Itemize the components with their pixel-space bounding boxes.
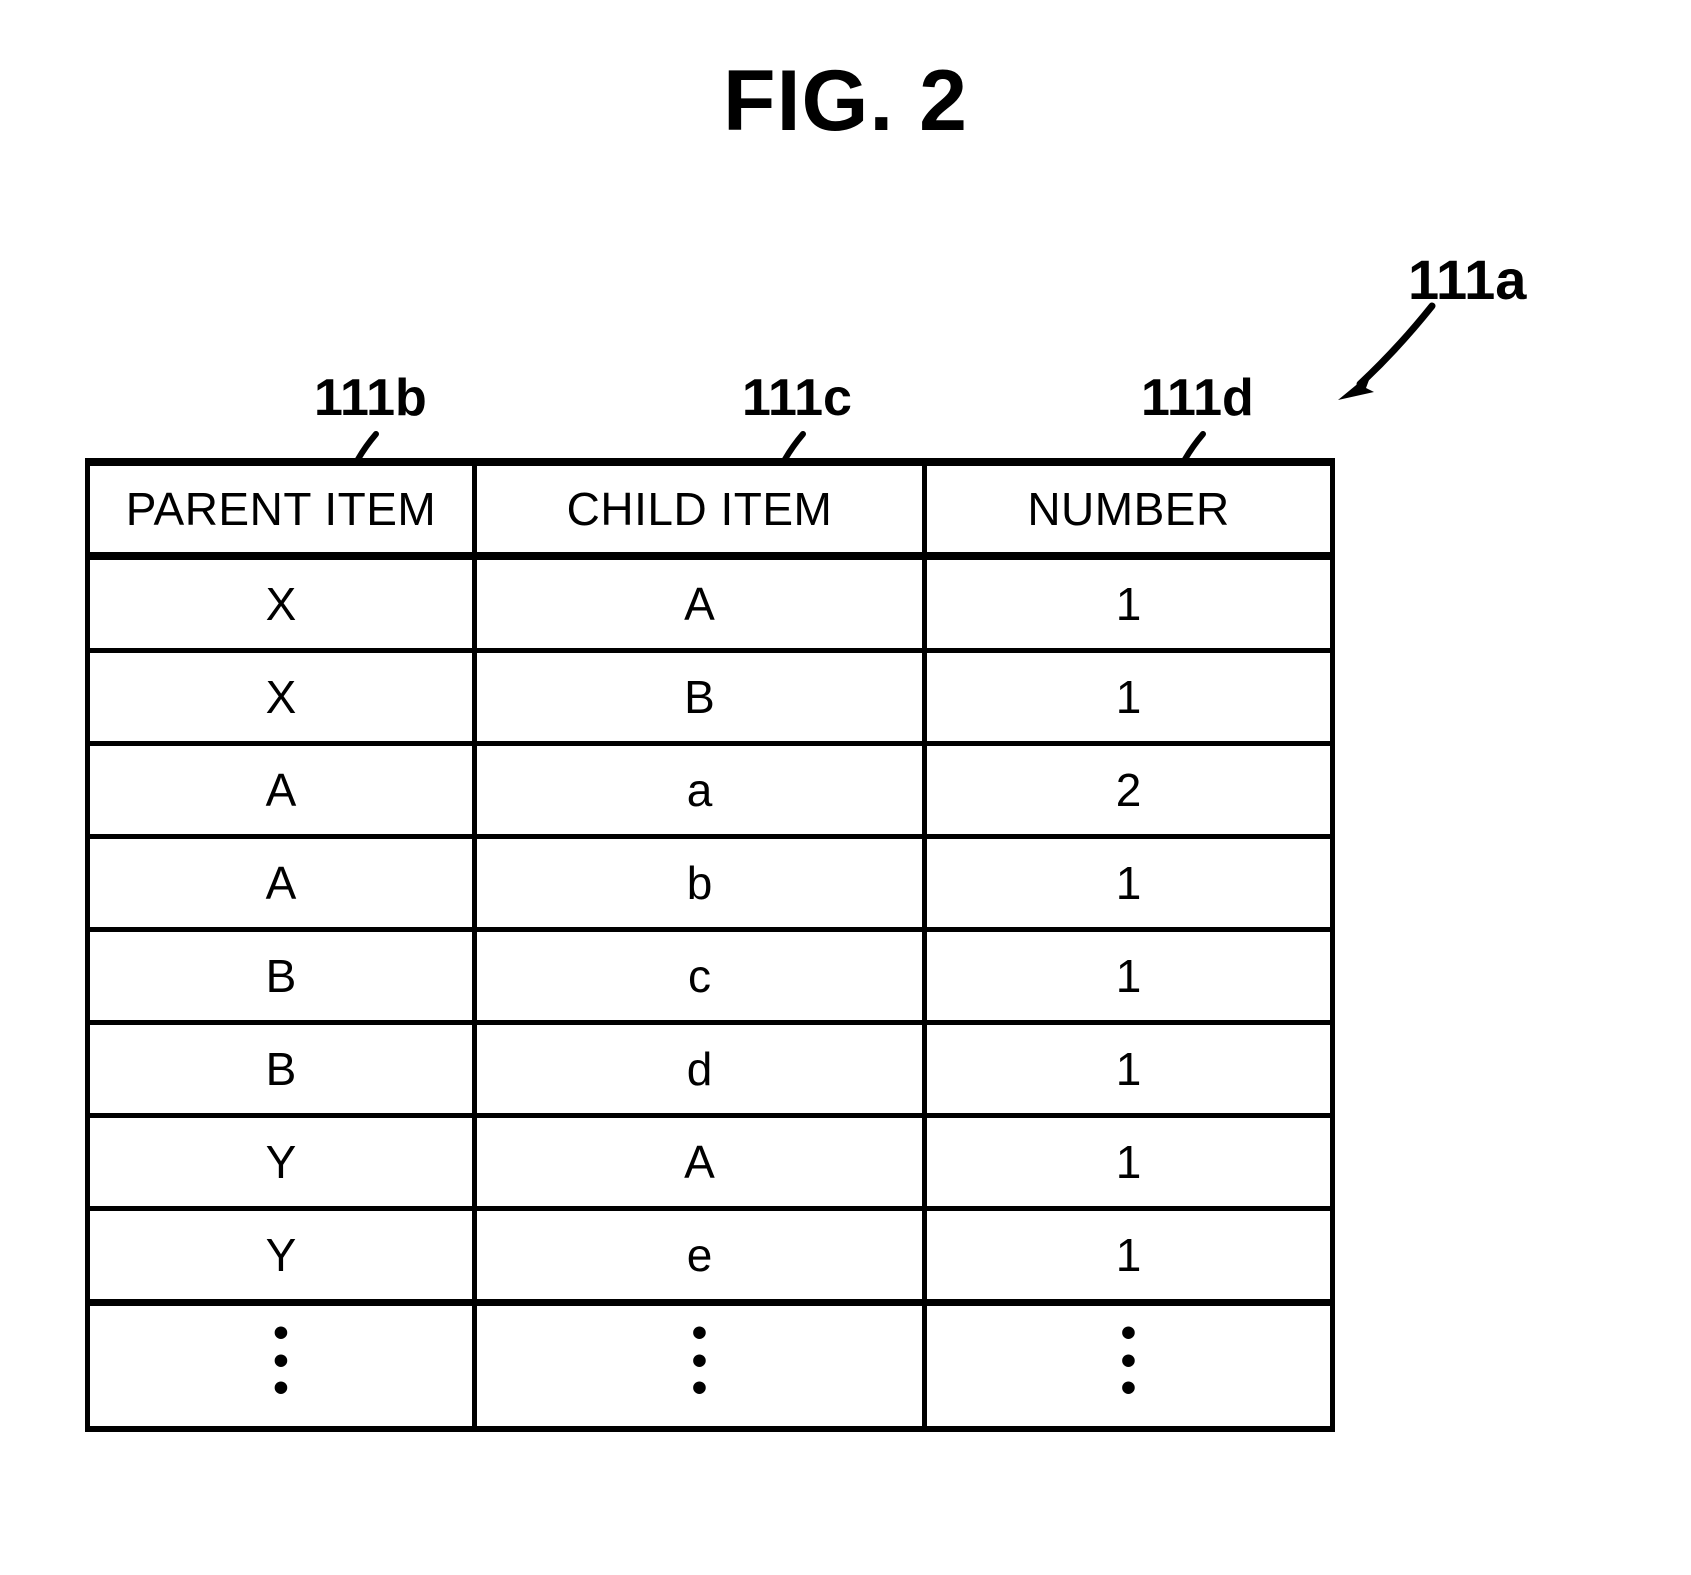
cell-number: 1 [922, 648, 1335, 746]
callout-label-111b: 111b [314, 369, 427, 427]
cell-child-item: a [472, 741, 927, 839]
column-header-parent-item: PARENT ITEM [85, 458, 477, 560]
vertical-ellipsis-icon: • • • [1120, 1308, 1137, 1412]
cell-parent-item: Y [85, 1113, 477, 1211]
cell-number: 1 [922, 1113, 1335, 1211]
table-row: Ab1 [85, 834, 1335, 932]
cell-child-item: d [472, 1020, 927, 1118]
callout-label-111d: 111d [1141, 369, 1254, 427]
table-row: Ye1 [85, 1206, 1335, 1305]
cell-number: 2 [922, 741, 1335, 839]
cell-child-item: e [472, 1206, 927, 1305]
cell-parent-item: A [85, 741, 477, 839]
table-row: Bc1 [85, 927, 1335, 1025]
cell-parent-item: Y [85, 1206, 477, 1305]
cell-number: 1 [922, 553, 1335, 653]
table-row: YA1 [85, 1113, 1335, 1211]
table-row: XA1 [85, 553, 1335, 653]
cell-child-item: A [472, 553, 927, 653]
cell-child-item: A [472, 1113, 927, 1211]
cell-number-ellipsis: • • • [922, 1299, 1335, 1432]
cell-parent-item: B [85, 927, 477, 1025]
cell-child-item: c [472, 927, 927, 1025]
table-row-continuation: • • • • • • • • • [85, 1299, 1335, 1432]
cell-number: 1 [922, 1020, 1335, 1118]
cell-parent-item-ellipsis: • • • [85, 1299, 477, 1432]
table-row: XB1 [85, 648, 1335, 746]
cell-number: 1 [922, 834, 1335, 932]
cell-child-item: B [472, 648, 927, 746]
column-header-child-item: CHILD ITEM [472, 458, 927, 560]
table-row: Aa2 [85, 741, 1335, 839]
table-body: X A 1 X B 1 Aa 2 Ab 1 Bc 1 Bd 1 Y A 1 Ye 1 • • • • • • • • • [85, 553, 1335, 1432]
callout-label-111c: 111c [742, 369, 852, 427]
cell-parent-item: B [85, 1020, 477, 1118]
cell-child-item: b [472, 834, 927, 932]
cell-number: 1 [922, 1206, 1335, 1305]
cell-parent-item: X [85, 553, 477, 653]
vertical-ellipsis-icon: • • • [273, 1308, 289, 1412]
vertical-ellipsis-icon: • • • [691, 1308, 708, 1412]
figure-title: FIG. 2 [723, 53, 968, 149]
column-header-number: NUMBER [922, 458, 1335, 560]
table-header-row: PARENT ITEM CHILD ITEM NUMBER [85, 458, 1335, 560]
cell-parent-item: A [85, 834, 477, 932]
table-row: Bd1 [85, 1020, 1335, 1118]
item-relation-table: PARENT ITEM CHILD ITEM NUMBER XA1XB1Aa2A… [85, 458, 1335, 1432]
cell-parent-item: X [85, 648, 477, 746]
cell-child-item-ellipsis: • • • [472, 1299, 927, 1432]
callout-arrow-111a-icon [1338, 302, 1436, 400]
cell-number: 1 [922, 927, 1335, 1025]
